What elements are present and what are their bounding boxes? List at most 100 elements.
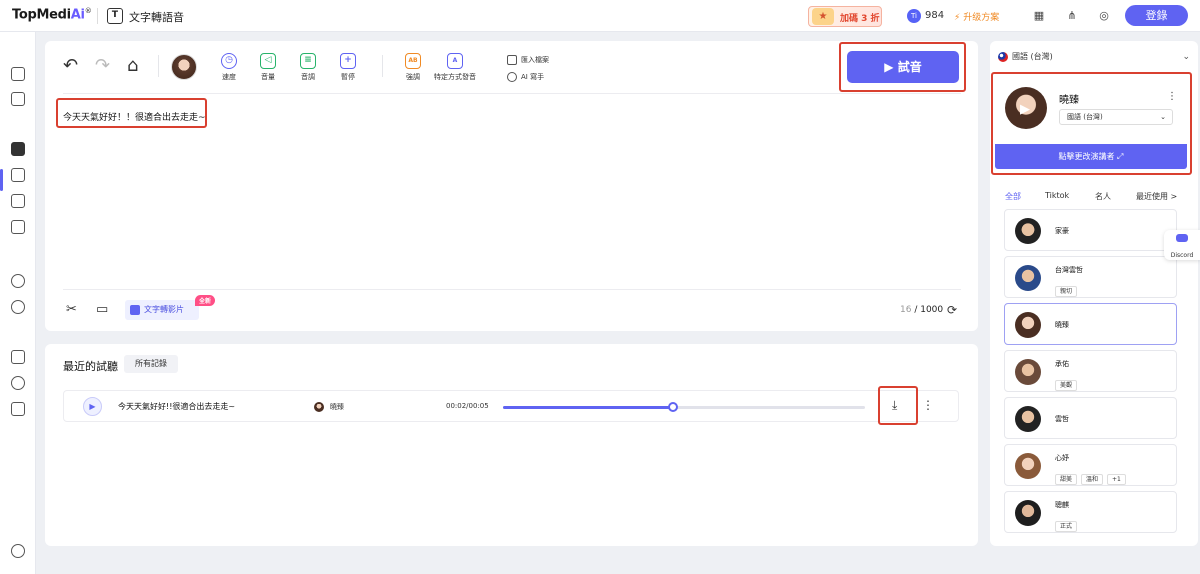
voice-list-item[interactable]: 心妤 甜美 溫和 +1: [1004, 444, 1177, 486]
clear-icon[interactable]: ⌂: [127, 57, 138, 75]
history-time: 00:02/00:05: [446, 402, 489, 410]
tab-celebrity[interactable]: 名人: [1095, 191, 1111, 202]
history-row: ▶ 今天天氣好好!!很適合出去走走~ 曉臻 00:02/00:05 ⤓ ⋮: [63, 386, 959, 425]
import-file-button[interactable]: 匯入檔案: [507, 55, 549, 65]
voice-list-item[interactable]: 聰麒 正式: [1004, 491, 1177, 533]
voice-list-item[interactable]: 台灣雲哲 親切: [1004, 256, 1177, 298]
voice-tag: +1: [1107, 474, 1126, 485]
progress-fill: [503, 406, 674, 409]
progress-bar[interactable]: [503, 402, 865, 412]
subtitle-icon[interactable]: ▭: [96, 302, 108, 317]
login-button[interactable]: 登錄: [1125, 5, 1188, 26]
voice-tag: 美觀: [1055, 380, 1078, 391]
pause-icon: +: [340, 53, 356, 69]
voice-avatar: [1015, 406, 1041, 432]
editor-card: ↶ ↷ ⌂ ◷ 速度 ◁ 音量 ≡ 音調 + 暫停 AB 強調 A 特定方式發音…: [45, 41, 978, 331]
history-text: 今天天氣好好!!很適合出去走走~: [118, 402, 236, 411]
divider: [63, 289, 961, 290]
divider: [382, 55, 383, 77]
voice-tag: 親切: [1055, 286, 1078, 297]
chevron-down-icon: ⌄: [1182, 52, 1190, 62]
volume-tool[interactable]: ◁ 音量: [248, 53, 288, 82]
pitch-tool[interactable]: ≡ 音調: [288, 53, 328, 82]
calendar-icon[interactable]: ▦: [1031, 8, 1047, 24]
voice-avatar: [314, 402, 324, 412]
ai-writer-button[interactable]: AI 寫手: [507, 72, 544, 82]
undo-icon[interactable]: ↶: [63, 57, 78, 75]
highlight-box: [839, 42, 966, 92]
volume-icon: ◁: [260, 53, 276, 69]
history-card: 最近的試聽 所有記錄 ▶ 今天天氣好好!!很適合出去走走~ 曉臻 00:02/0…: [45, 344, 978, 546]
text-to-video-button[interactable]: 文字轉影片: [125, 300, 199, 320]
nav-audio-icon[interactable]: [11, 67, 25, 81]
play-icon[interactable]: ▶: [83, 397, 102, 416]
voice-avatar: [1015, 500, 1041, 526]
upgrade-link[interactable]: ⚡ 升级方案: [954, 10, 999, 23]
nav-music-icon[interactable]: [11, 274, 25, 288]
nav-record-icon[interactable]: [11, 300, 25, 314]
voice-list-item[interactable]: 承佑 美觀: [1004, 350, 1177, 392]
nav-edit-icon[interactable]: [11, 168, 25, 182]
file-icon: [507, 55, 517, 65]
pause-tool[interactable]: + 暫停: [328, 53, 368, 82]
top-bar: TopMediAi® T 文字轉語音 ★ 加碼 3 折 Ti 984 ⚡ 升级方…: [0, 0, 1200, 32]
tab-all[interactable]: 全部: [1005, 191, 1021, 202]
nav-doc-icon[interactable]: [11, 220, 25, 234]
voice-tag: 甜美: [1055, 474, 1078, 485]
nav-copy-icon[interactable]: [11, 194, 25, 208]
history-title: 最近的試聽: [63, 360, 118, 373]
highlight-box: [878, 386, 918, 425]
speed-icon: ◷: [221, 53, 237, 69]
app-title: 文字轉語音: [129, 11, 184, 24]
divider: [63, 93, 961, 94]
left-sidebar: [0, 32, 36, 574]
voice-list-item[interactable]: 雲哲: [1004, 397, 1177, 439]
emphasis-tool[interactable]: AB 強調: [393, 53, 433, 82]
language-select[interactable]: 國語 (台灣) ⌄: [998, 47, 1190, 67]
credits-count: 984: [925, 10, 945, 21]
redo-icon[interactable]: ↷: [95, 57, 110, 75]
all-records-button[interactable]: 所有記錄: [124, 355, 178, 373]
app-logo[interactable]: TopMediAi®: [12, 7, 92, 22]
voice-list-item[interactable]: 家豪: [1004, 209, 1177, 251]
nav-folder-icon[interactable]: [11, 402, 25, 416]
text-to-speech-icon: T: [107, 8, 123, 24]
tab-tiktok[interactable]: Tiktok: [1045, 191, 1069, 200]
discord-button[interactable]: Discord: [1164, 230, 1200, 260]
promo-badge[interactable]: ★ 加碼 3 折: [808, 6, 882, 27]
highlight-box: [991, 72, 1192, 175]
nav-video-icon[interactable]: [11, 92, 25, 106]
taiwan-flag-icon: [998, 52, 1008, 62]
scissors-icon[interactable]: ✂: [66, 302, 77, 317]
voice-avatar: [1015, 218, 1041, 244]
voice-avatar: [1015, 359, 1041, 385]
voice-panel: 國語 (台灣) ⌄ ▶ 曉臻 ⋮ 國語 (台灣) ⌄ 點擊更改演講者 ⤢ 全部 T…: [990, 41, 1198, 546]
speed-tool[interactable]: ◷ 速度: [209, 53, 249, 82]
more-icon[interactable]: ⋮: [922, 398, 934, 412]
progress-handle[interactable]: [668, 402, 679, 412]
pronunciation-tool[interactable]: A 特定方式發音: [431, 53, 479, 82]
refresh-icon[interactable]: ⟳: [947, 303, 957, 317]
highlight-box: [56, 98, 207, 128]
network-icon[interactable]: ⋔: [1064, 8, 1080, 24]
nav-tts-icon[interactable]: [11, 142, 25, 156]
voice-avatar[interactable]: [171, 54, 197, 80]
divider: [158, 55, 159, 77]
voice-avatar: [1015, 453, 1041, 479]
globe-icon[interactable]: ◎: [1096, 8, 1112, 24]
voice-avatar: [1015, 265, 1041, 291]
chat-icon[interactable]: [11, 544, 25, 558]
video-icon: [130, 304, 140, 315]
nav-image-icon[interactable]: [11, 350, 25, 364]
emphasis-icon: AB: [405, 53, 421, 69]
gift-icon: ★: [812, 8, 834, 25]
nav-leaf-icon[interactable]: [11, 376, 25, 390]
credits-icon: Ti: [907, 9, 921, 23]
ai-icon: [507, 72, 517, 82]
voice-avatar: [1015, 312, 1041, 338]
tab-recent[interactable]: 最近使用 >: [1136, 191, 1177, 202]
voice-tag: 溫和: [1081, 474, 1104, 485]
voice-tag: 正式: [1055, 521, 1078, 532]
history-voice: 曉臻: [330, 403, 344, 411]
voice-list-item-selected[interactable]: 曉臻: [1004, 303, 1177, 345]
